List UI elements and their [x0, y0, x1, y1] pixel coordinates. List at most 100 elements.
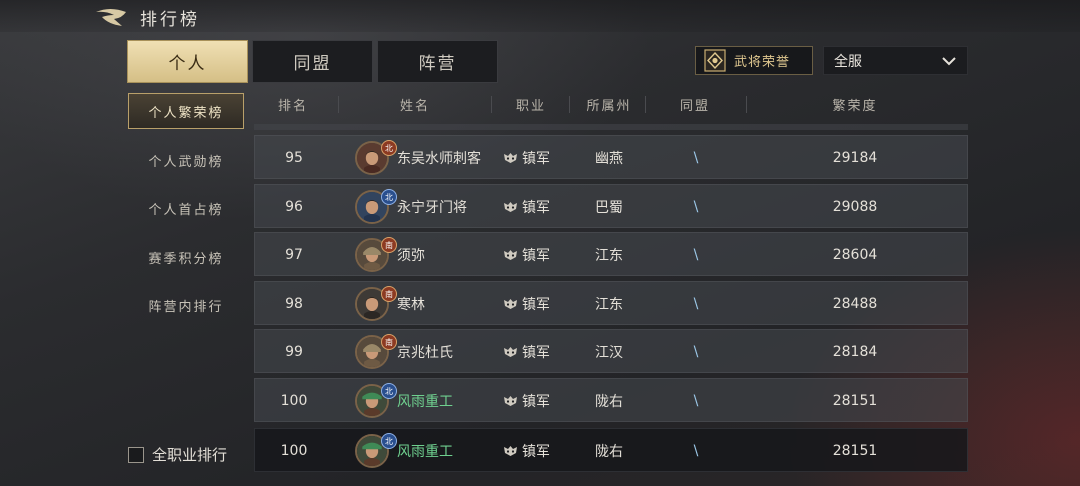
- sidebar-item-personal-merit[interactable]: 个人武勋榜: [128, 142, 244, 178]
- job-label: 镇军: [522, 394, 550, 410]
- rank-cell: 100: [280, 393, 308, 409]
- prosperity-cell: 28151: [832, 443, 878, 459]
- top-bar: 排行榜: [0, 0, 1080, 32]
- job-cell: 镇军: [503, 136, 573, 180]
- header-divider: [338, 96, 339, 113]
- faction-badge: 北: [381, 433, 397, 449]
- tab-camp[interactable]: 阵营: [377, 40, 498, 83]
- sidebar-item-season-points[interactable]: 赛季积分榜: [128, 239, 244, 275]
- alliance-cell: \: [693, 150, 699, 166]
- job-mask-icon: [504, 396, 517, 406]
- region-cell: 江东: [595, 248, 623, 264]
- job-mask-icon: [504, 299, 517, 309]
- header-divider: [569, 96, 570, 113]
- table-row[interactable]: 97 南须弥 镇军 江东 \ 28604: [254, 232, 968, 276]
- job-label: 镇军: [522, 151, 550, 167]
- prosperity-cell: 28488: [832, 296, 878, 312]
- faction-badge: 南: [381, 237, 397, 253]
- header-divider: [746, 96, 747, 113]
- table-row[interactable]: 99 南京兆杜氏 镇军 江汉 \ 28184: [254, 329, 968, 373]
- server-select[interactable]: 全服: [823, 46, 968, 75]
- job-label: 镇军: [522, 297, 550, 313]
- tab-personal[interactable]: 个人: [127, 40, 248, 83]
- col-header-rank: 排名: [277, 98, 308, 114]
- chevron-down-icon: [942, 57, 956, 66]
- player-name: 风雨重工: [397, 444, 453, 460]
- tab-alliance[interactable]: 同盟: [252, 40, 373, 83]
- job-label: 镇军: [522, 444, 550, 460]
- all-jobs-checkbox[interactable]: [128, 446, 144, 463]
- faction-badge: 南: [381, 286, 397, 302]
- region-cell: 陇右: [595, 394, 623, 410]
- job-label: 镇军: [522, 345, 550, 361]
- server-select-value: 全服: [834, 53, 862, 70]
- sidebar-item-camp-ranking[interactable]: 阵营内排行: [128, 287, 244, 323]
- faction-badge: 北: [381, 140, 397, 156]
- sidebar-item-personal-prosperity[interactable]: 个人繁荣榜: [128, 93, 244, 129]
- alliance-cell: \: [693, 443, 699, 459]
- rank-cell: 97: [285, 247, 303, 263]
- self-ranking-row[interactable]: 100 北风雨重工 镇军 陇右 \ 28151: [254, 428, 968, 472]
- col-header-alliance: 同盟: [679, 98, 710, 114]
- col-header-job: 职业: [515, 98, 546, 114]
- faction-badge: 南: [381, 334, 397, 350]
- region-cell: 幽燕: [595, 151, 623, 167]
- header-divider: [491, 96, 492, 113]
- job-mask-icon: [504, 250, 517, 260]
- faction-badge: 北: [381, 383, 397, 399]
- faction-badge: 北: [381, 189, 397, 205]
- general-honor-label: 武将荣誉: [734, 55, 791, 70]
- col-header-region: 所属州: [586, 98, 632, 114]
- rank-cell: 96: [285, 199, 303, 215]
- region-cell: 陇右: [595, 444, 623, 460]
- region-cell: 江汉: [595, 345, 623, 361]
- player-name: 永宁牙门将: [397, 200, 467, 216]
- alliance-cell: \: [693, 199, 699, 215]
- job-label: 镇军: [522, 248, 550, 264]
- all-jobs-label: 全职业排行: [152, 446, 228, 464]
- alliance-cell: \: [693, 344, 699, 360]
- general-honor-button[interactable]: 武将荣誉: [695, 46, 813, 75]
- header-divider: [645, 96, 646, 113]
- table-row[interactable]: 95 北东吴水师刺客 镇军 幽燕 \ 29184: [254, 135, 968, 179]
- all-jobs-toggle[interactable]: 全职业排行: [128, 444, 227, 465]
- job-cell: 镇军: [503, 233, 573, 277]
- alliance-cell: \: [693, 247, 699, 263]
- alliance-cell: \: [693, 296, 699, 312]
- back-icon[interactable]: [92, 6, 132, 28]
- job-cell: 镇军: [503, 330, 573, 374]
- prosperity-cell: 29184: [832, 150, 878, 166]
- list-scroll-edge: [254, 124, 968, 130]
- job-mask-icon: [504, 446, 517, 456]
- prosperity-cell: 28604: [832, 247, 878, 263]
- job-cell: 镇军: [503, 379, 573, 423]
- prosperity-cell: 28184: [832, 344, 878, 360]
- table-row[interactable]: 98 南寒林 镇军 江东 \ 28488: [254, 281, 968, 325]
- player-name: 京兆杜氏: [397, 345, 453, 361]
- rank-cell: 98: [285, 296, 303, 312]
- player-name: 须弥: [397, 248, 425, 264]
- prosperity-cell: 28151: [832, 393, 878, 409]
- job-cell: 镇军: [503, 185, 573, 229]
- job-cell: 镇军: [503, 429, 573, 473]
- table-row[interactable]: 96 北永宁牙门将 镇军 巴蜀 \ 29088: [254, 184, 968, 228]
- job-mask-icon: [504, 153, 517, 163]
- page-title: 排行榜: [140, 10, 200, 30]
- job-cell: 镇军: [503, 282, 573, 326]
- rank-cell: 100: [280, 443, 308, 459]
- player-name: 风雨重工: [397, 394, 453, 410]
- region-cell: 江东: [595, 297, 623, 313]
- col-header-prosperity: 繁荣度: [832, 98, 878, 114]
- player-name: 寒林: [397, 297, 425, 313]
- prosperity-cell: 29088: [832, 199, 878, 215]
- job-mask-icon: [504, 202, 517, 212]
- region-cell: 巴蜀: [595, 200, 623, 216]
- job-label: 镇军: [522, 200, 550, 216]
- job-mask-icon: [504, 347, 517, 357]
- col-header-name: 姓名: [399, 98, 430, 114]
- sidebar-item-first-occupation[interactable]: 个人首占榜: [128, 190, 244, 226]
- rank-cell: 99: [285, 344, 303, 360]
- alliance-cell: \: [693, 393, 699, 409]
- table-row[interactable]: 100 北风雨重工 镇军 陇右 \ 28151: [254, 378, 968, 422]
- honor-badge-icon: [704, 49, 726, 72]
